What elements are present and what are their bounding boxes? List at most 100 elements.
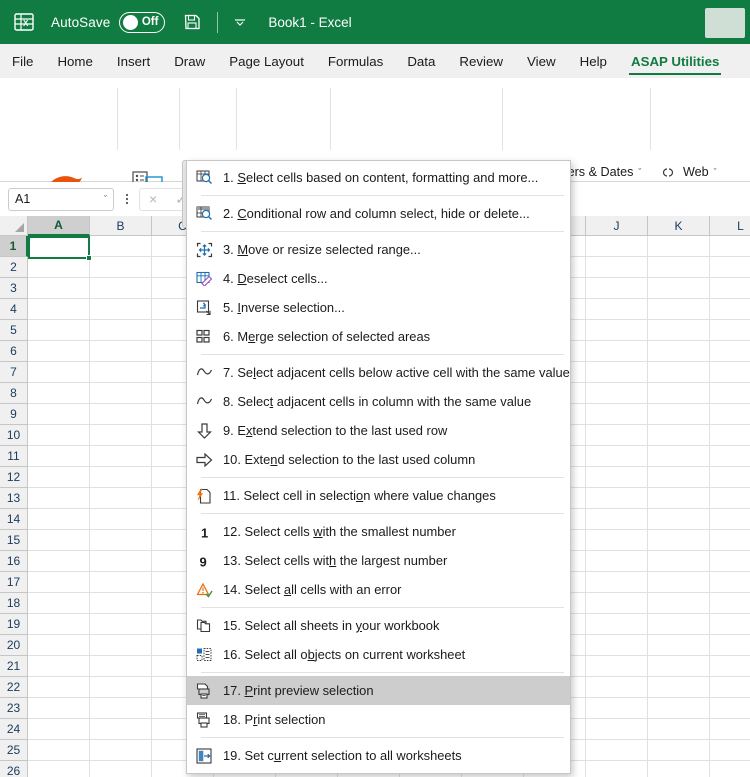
cell-A12[interactable]	[28, 467, 90, 488]
cell-L14[interactable]	[710, 509, 750, 530]
cell-L1[interactable]	[710, 236, 750, 257]
cell-A17[interactable]	[28, 572, 90, 593]
cell-A20[interactable]	[28, 635, 90, 656]
name-box[interactable]: A1 ˇ	[8, 187, 114, 211]
menu-item-19[interactable]: 19. Set current selection to all workshe…	[187, 741, 570, 770]
row-header-22[interactable]: 22	[0, 677, 28, 698]
cell-K3[interactable]	[648, 278, 710, 299]
row-header-2[interactable]: 2	[0, 257, 28, 278]
vertical-dots-icon[interactable]	[124, 190, 130, 208]
row-header-23[interactable]: 23	[0, 698, 28, 719]
cell-K8[interactable]	[648, 383, 710, 404]
menu-item-4[interactable]: 4. Deselect cells...	[187, 264, 570, 293]
cell-J21[interactable]	[586, 656, 648, 677]
column-header-L[interactable]: L	[710, 216, 750, 236]
cell-B16[interactable]	[90, 551, 152, 572]
cell-A4[interactable]	[28, 299, 90, 320]
menu-item-13[interactable]: 9 13. Select cells with the largest numbe…	[187, 546, 570, 575]
cell-K24[interactable]	[648, 719, 710, 740]
cell-J10[interactable]	[586, 425, 648, 446]
cell-A26[interactable]	[28, 761, 90, 777]
cell-A10[interactable]	[28, 425, 90, 446]
cell-K5[interactable]	[648, 320, 710, 341]
row-header-3[interactable]: 3	[0, 278, 28, 299]
cell-A14[interactable]	[28, 509, 90, 530]
row-header-25[interactable]: 25	[0, 740, 28, 761]
cell-K20[interactable]	[648, 635, 710, 656]
cell-L21[interactable]	[710, 656, 750, 677]
cell-J12[interactable]	[586, 467, 648, 488]
menu-item-8[interactable]: 8. Select adjacent cells in column with …	[187, 387, 570, 416]
cell-L3[interactable]	[710, 278, 750, 299]
cell-B26[interactable]	[90, 761, 152, 777]
cell-J2[interactable]	[586, 257, 648, 278]
column-header-J[interactable]: J	[586, 216, 648, 236]
cell-K7[interactable]	[648, 362, 710, 383]
row-header-7[interactable]: 7	[0, 362, 28, 383]
cell-B17[interactable]	[90, 572, 152, 593]
cell-J26[interactable]	[586, 761, 648, 777]
column-header-B[interactable]: B	[90, 216, 152, 236]
cell-A6[interactable]	[28, 341, 90, 362]
tab-insert[interactable]: Insert	[105, 44, 162, 78]
tab-asap-utilities[interactable]: ASAP Utilities	[619, 44, 731, 78]
cell-A25[interactable]	[28, 740, 90, 761]
row-header-26[interactable]: 26	[0, 761, 28, 777]
cell-B10[interactable]	[90, 425, 152, 446]
cell-A18[interactable]	[28, 593, 90, 614]
cell-J6[interactable]	[586, 341, 648, 362]
chevron-down-icon[interactable]	[230, 12, 250, 32]
cell-K25[interactable]	[648, 740, 710, 761]
cell-L2[interactable]	[710, 257, 750, 278]
cell-L10[interactable]	[710, 425, 750, 446]
row-header-16[interactable]: 16	[0, 551, 28, 572]
tab-page-layout[interactable]: Page Layout	[217, 44, 316, 78]
cell-K14[interactable]	[648, 509, 710, 530]
menu-item-17[interactable]: 17. Print preview selection	[187, 676, 570, 705]
cell-L19[interactable]	[710, 614, 750, 635]
menu-item-7[interactable]: 7. Select adjacent cells below active ce…	[187, 358, 570, 387]
menu-item-1[interactable]: 1. Select cells based on content, format…	[187, 163, 570, 192]
cell-B5[interactable]	[90, 320, 152, 341]
cell-L11[interactable]	[710, 446, 750, 467]
cell-J20[interactable]	[586, 635, 648, 656]
cell-K18[interactable]	[648, 593, 710, 614]
cell-L18[interactable]	[710, 593, 750, 614]
cell-B22[interactable]	[90, 677, 152, 698]
cell-A19[interactable]	[28, 614, 90, 635]
cell-B19[interactable]	[90, 614, 152, 635]
cell-B24[interactable]	[90, 719, 152, 740]
cell-B25[interactable]	[90, 740, 152, 761]
cell-K21[interactable]	[648, 656, 710, 677]
row-header-19[interactable]: 19	[0, 614, 28, 635]
cell-K10[interactable]	[648, 425, 710, 446]
cell-K17[interactable]	[648, 572, 710, 593]
menu-item-5[interactable]: 5. Inverse selection...	[187, 293, 570, 322]
cell-K19[interactable]	[648, 614, 710, 635]
cell-J11[interactable]	[586, 446, 648, 467]
tab-home[interactable]: Home	[45, 44, 104, 78]
cell-A3[interactable]	[28, 278, 90, 299]
row-header-10[interactable]: 10	[0, 425, 28, 446]
cell-K12[interactable]	[648, 467, 710, 488]
cell-L24[interactable]	[710, 719, 750, 740]
cell-B12[interactable]	[90, 467, 152, 488]
cell-J16[interactable]	[586, 551, 648, 572]
row-header-11[interactable]: 11	[0, 446, 28, 467]
row-header-21[interactable]: 21	[0, 656, 28, 677]
row-header-12[interactable]: 12	[0, 467, 28, 488]
cell-J18[interactable]	[586, 593, 648, 614]
cell-B20[interactable]	[90, 635, 152, 656]
tab-data[interactable]: Data	[395, 44, 447, 78]
fill-handle[interactable]	[85, 254, 92, 261]
menu-item-11[interactable]: 11. Select cell in selection where value…	[187, 481, 570, 510]
tab-view[interactable]: View	[515, 44, 568, 78]
row-header-1[interactable]: 1	[0, 236, 28, 257]
cell-L25[interactable]	[710, 740, 750, 761]
cell-L20[interactable]	[710, 635, 750, 656]
cell-B21[interactable]	[90, 656, 152, 677]
cell-J13[interactable]	[586, 488, 648, 509]
cell-A16[interactable]	[28, 551, 90, 572]
cell-J8[interactable]	[586, 383, 648, 404]
row-header-5[interactable]: 5	[0, 320, 28, 341]
